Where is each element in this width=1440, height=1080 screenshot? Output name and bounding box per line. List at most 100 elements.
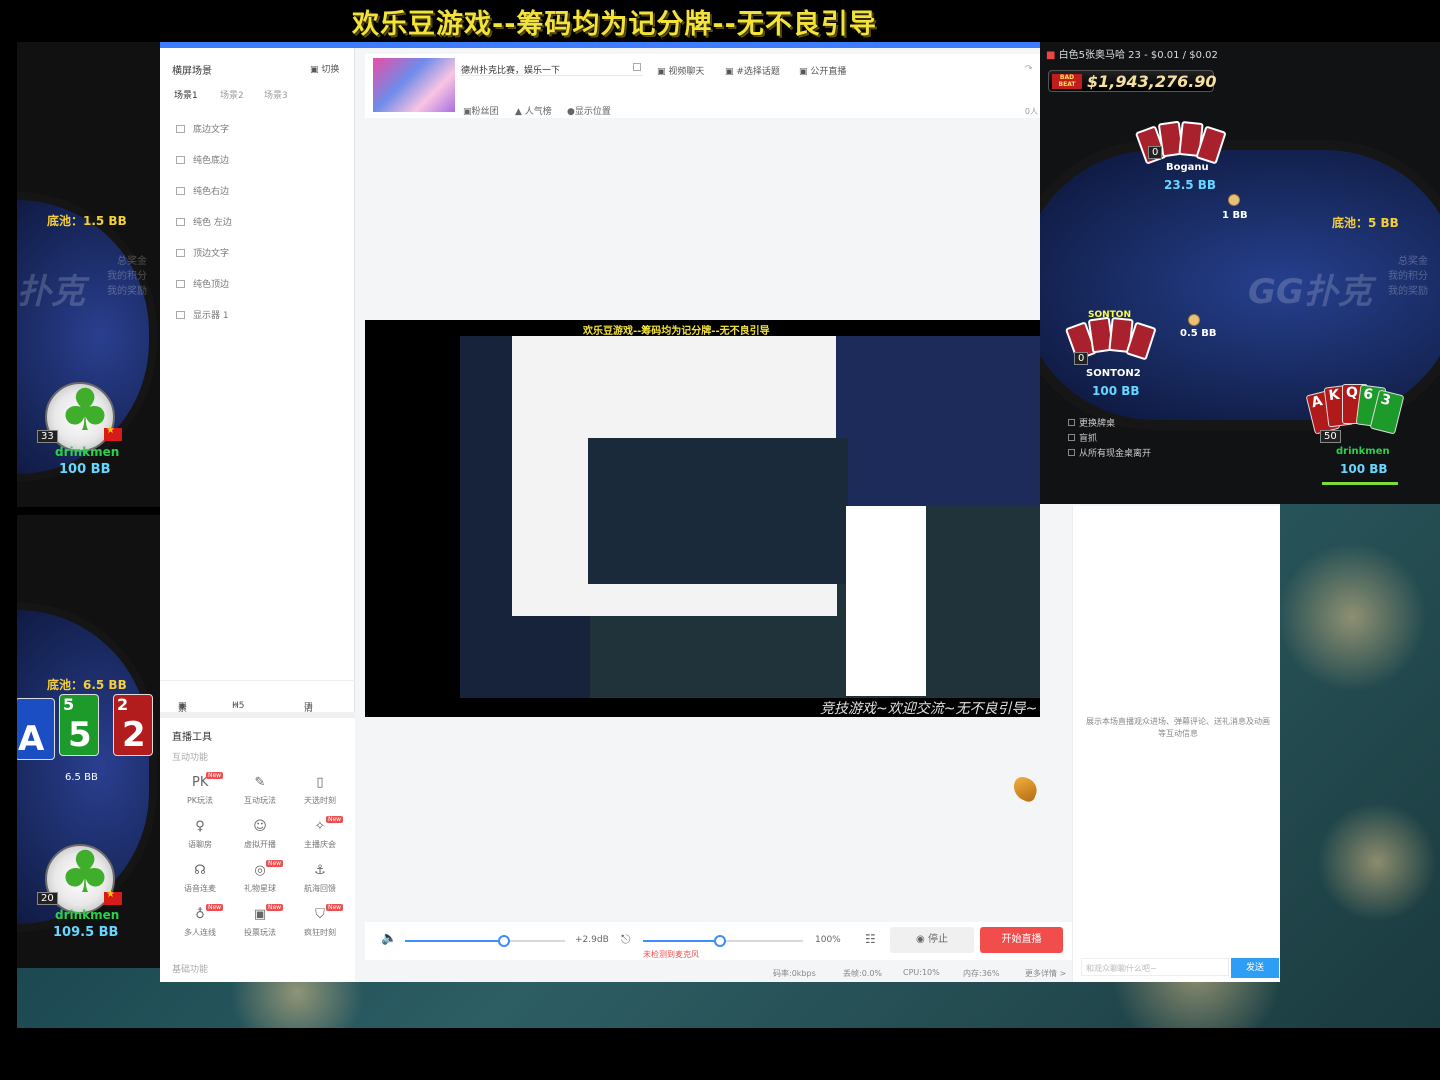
layer-item[interactable]: 纯色右边 [176, 184, 229, 197]
vote-tool[interactable]: ▣ New 投票玩法 [232, 904, 288, 944]
new-badge: New [206, 904, 224, 911]
text-layer-icon [176, 249, 185, 257]
divider [17, 507, 162, 515]
share-icon[interactable]: ↷ [1025, 64, 1033, 74]
multi-link-tool[interactable]: ♁ New 多人连线 [172, 904, 228, 944]
topic-icon: ▣ [725, 67, 737, 77]
poker-table-left: 底池：1.5 BB 扑克 总奖金 我的积分 我的奖励 33 drinkmen 1… [17, 42, 162, 968]
preview-watermark: 竞技游戏~欢迎交流~无不良引导~ 竞 [820, 701, 1040, 717]
bitrate-status: 码率:0kbps [773, 969, 816, 978]
pot-label: 底池：1.5 BB [47, 214, 127, 228]
lucky-time-tool[interactable]: ▯ 天选时刻 [292, 776, 348, 812]
change-table-option[interactable]: 更换牌桌 [1068, 416, 1115, 429]
monitor-icon [176, 311, 185, 319]
start-live-button[interactable]: 开始直播 [980, 927, 1063, 953]
pot-label: 底池：6.5 BB [47, 678, 127, 692]
player-name: SONTON2 [1086, 368, 1141, 379]
more-details-link[interactable]: 更多详情 > [1025, 968, 1066, 979]
jackpot-info: 总奖金 我的积分 我的奖励 [107, 256, 147, 297]
interactive-tool[interactable]: ✎ 互动玩法 [232, 776, 288, 812]
table-title: ■ 白色5张奥马哈 23 - $0.01 / $0.02 [1046, 50, 1218, 61]
send-button[interactable]: 发送 [1231, 958, 1279, 978]
anchor-icon: ⚓ [314, 863, 326, 878]
china-flag-icon [104, 889, 122, 905]
stop-icon: ◉ [916, 934, 928, 945]
voice-room-tool[interactable]: ♀ 语聊房 [172, 820, 228, 856]
live-tools-panel: 直播工具 互动功能 PK New PK玩法 ✎ 互动玩法 ▯ 天选时刻 ♀ 语聊房 ☺ 虚拟… [160, 712, 355, 982]
blind-option[interactable]: 盲抓 [1068, 431, 1097, 444]
audio-controls: 🔈 +2.9dB ⎋ 未检测到麦克风 100% ☷ ◉ 停止 开始直播 [365, 922, 1073, 960]
poker-table-right: ■ 白色5张奥马哈 23 - $0.01 / $0.02 BAD BEAT $1… [1040, 42, 1440, 504]
tab-scene-1[interactable]: 场景1 [174, 88, 198, 101]
speaker-db: +2.9dB [575, 935, 609, 945]
player-name: drinkmen [1336, 446, 1390, 457]
bad-beat-jackpot: BAD BEAT $1,943,276.90 [1048, 70, 1217, 92]
gg-icon: ■ [1046, 50, 1059, 61]
cpu-status: CPU:10% [903, 968, 940, 977]
mic-icon[interactable]: ⎋ [621, 932, 631, 947]
new-badge: New [206, 772, 224, 779]
stream-info-bar: 德州扑克比赛，娱乐一下 ▣ 视频聊天 ▣ #选择话题 ▣ 公开直播 ↷ ▣粉丝团… [365, 54, 1040, 118]
layer-item[interactable]: 纯色底边 [176, 153, 229, 166]
nested-poker-right [836, 336, 1040, 506]
lock-icon: ▣ [310, 65, 322, 75]
layer-toolbar: ▣ 素材 ✧ H5插件 ◫ 清空 [160, 680, 355, 737]
text-layer-icon [176, 125, 185, 133]
player-badge: 50 [1320, 430, 1341, 443]
scene-tabs: 场景1 场景2 场景3 [174, 88, 354, 106]
anchor-party-tool[interactable]: ✧ New 主播庆会 [292, 816, 348, 856]
layer-item[interactable]: 纯色 左边 [176, 215, 232, 228]
public-live-option[interactable]: ▣ 公开直播 [799, 64, 846, 77]
image-layer-icon [176, 187, 185, 195]
slider-knob[interactable] [713, 935, 726, 947]
gift-planet-tool[interactable]: ◎ New 礼物星球 [232, 860, 288, 900]
speaker-volume-slider[interactable] [405, 935, 565, 947]
leave-all-tables-option[interactable]: 从所有现金桌离开 [1068, 446, 1151, 459]
voice-link-tool[interactable]: ☊ 语音连麦 [172, 864, 228, 900]
layer-item[interactable]: 纯色顶边 [176, 277, 229, 290]
tab-scene-3[interactable]: 场景3 [264, 88, 288, 101]
fire-icon: ▲ [515, 107, 525, 117]
chip-icon [1188, 314, 1200, 326]
speaker-icon[interactable]: 🔈 [381, 931, 397, 946]
layer-item[interactable]: 底边文字 [176, 122, 229, 135]
video-chat-option[interactable]: ▣ 视频聊天 [657, 64, 704, 77]
voyage-reward-tool[interactable]: ⚓ 航海回馈 [292, 864, 348, 900]
slider-knob[interactable] [498, 935, 511, 947]
nested-chat [846, 506, 926, 696]
live-preview[interactable]: 欢乐豆游戏--筹码均为记分牌--无不良引导 竞技游戏~欢迎交流~无不良引导~ 竞 [365, 320, 1040, 717]
virtual-live-tool[interactable]: ☺ 虚拟开播 [232, 820, 288, 856]
status-bar: 码率:0kbps 丢帧:0.0% CPU:10% 内存:36% 更多详情 > [365, 962, 1073, 982]
top-banner: 欢乐豆游戏--筹码均为记分牌--无不良引导 [0, 0, 1440, 42]
player-stack: 100 BB [1092, 384, 1140, 398]
tab-scene-2[interactable]: 场景2 [220, 88, 244, 101]
popularity-option[interactable]: ▲ 人气榜 [515, 104, 552, 117]
stream-cover-image[interactable] [373, 58, 455, 112]
crazy-time-tool[interactable]: ⛉ New 疯狂时刻 [292, 904, 348, 944]
image-layer-icon [176, 280, 185, 288]
player-stack: 100 BB [59, 462, 111, 477]
player-stack: 100 BB [1340, 462, 1388, 476]
layer-item[interactable]: 显示器 1 [176, 308, 229, 321]
china-flag-icon [104, 425, 122, 441]
fan-club-option[interactable]: ▣粉丝团 [463, 104, 499, 117]
mixer-icon[interactable]: ☷ [865, 932, 876, 946]
pk-tool[interactable]: PK New PK玩法 [172, 772, 228, 812]
mic-icon: ☊ [194, 863, 206, 878]
switch-button[interactable]: ▣ 切换 [310, 62, 339, 75]
player-badge: 0 [1148, 146, 1163, 159]
player-tag: SONTON [1088, 310, 1131, 320]
topic-option[interactable]: ▣ #选择话题 [725, 64, 780, 77]
chat-input[interactable]: 和观众聊聊什么吧~ [1081, 958, 1229, 976]
location-option[interactable]: ●显示位置 [567, 104, 611, 117]
stop-button[interactable]: ◉ 停止 [890, 927, 974, 953]
new-badge: New [326, 904, 344, 911]
player-stack: 109.5 BB [53, 925, 119, 940]
screen: 欢乐豆游戏--筹码均为记分牌--无不良引导 底池：1.5 BB 扑克 总奖金 我… [0, 0, 1440, 1080]
edit-icon[interactable] [633, 63, 641, 71]
viewer-count: 0人 [1024, 107, 1038, 116]
stream-title-input[interactable]: 德州扑克比赛，娱乐一下 [461, 60, 643, 76]
mic-volume-slider[interactable] [643, 935, 803, 947]
table-logo: 扑克 [17, 272, 85, 312]
layer-item[interactable]: 顶边文字 [176, 246, 229, 259]
